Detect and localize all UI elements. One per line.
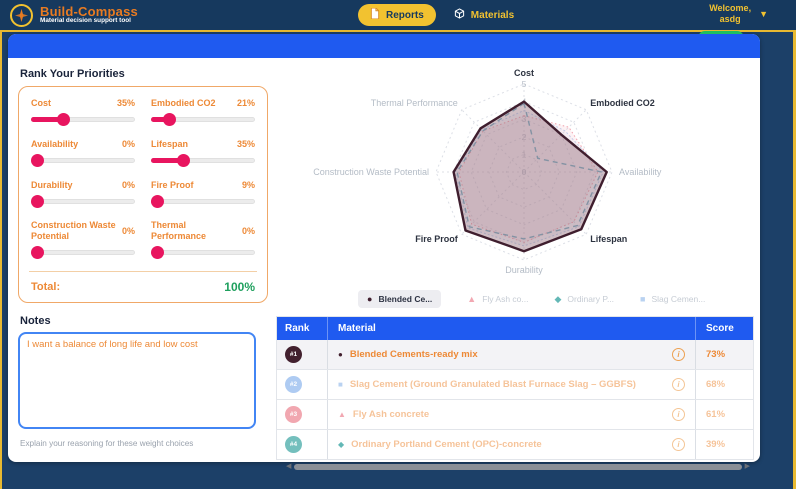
ranking-table: Rank Material Score #1 ● Blended Cements… (276, 316, 754, 460)
fire-proof-slider[interactable] (151, 195, 255, 208)
legend-item-slag[interactable]: ■ Slag Cemen... (640, 294, 705, 304)
table-row[interactable]: #3 ▲ Fly Ash concrete i 61% (277, 399, 753, 429)
priorities-title: Rank Your Priorities (20, 68, 268, 80)
svg-text:5: 5 (522, 79, 527, 89)
legend-item-ordinary-portland[interactable]: ◆ Ordinary P... (555, 294, 615, 304)
slider-lifespan: Lifespan35% (151, 138, 255, 167)
divider (29, 271, 257, 272)
slider-thermal-performance: Thermal Performance0% (151, 220, 255, 259)
svg-text:Cost: Cost (514, 68, 534, 78)
slider-thumb[interactable] (177, 154, 190, 167)
svg-text:Lifespan: Lifespan (590, 234, 627, 244)
slider-thumb[interactable] (57, 113, 70, 126)
scroll-right-icon[interactable]: ▶ (745, 463, 750, 470)
table-header: Rank Material Score (277, 317, 753, 340)
app-header: Build-Compass Material decision support … (0, 0, 796, 30)
score-value: 39% (706, 439, 725, 450)
svg-text:Durability: Durability (505, 265, 543, 275)
square-marker-icon: ■ (640, 295, 645, 304)
chevron-down-icon: ▼ (759, 9, 768, 20)
triangle-marker-icon: ▲ (338, 410, 346, 419)
slider-thumb[interactable] (31, 154, 44, 167)
triangle-marker-icon: ▲ (467, 295, 476, 304)
availability-slider[interactable] (31, 154, 135, 167)
lifespan-slider[interactable] (151, 154, 255, 167)
slider-thumb[interactable] (31, 246, 44, 259)
thermal-performance-slider[interactable] (151, 246, 255, 259)
score-value: 73% (706, 349, 725, 360)
construction-waste-slider[interactable] (31, 246, 135, 259)
radar-chart: 012345CostEmbodied CO2AvailabilityLifesp… (276, 60, 754, 288)
slider-thumb[interactable] (31, 195, 44, 208)
user-menu[interactable]: Welcome,asdg ▼ (709, 3, 768, 26)
svg-text:Embodied CO2: Embodied CO2 (590, 98, 655, 108)
slider-availability: Availability0% (31, 138, 135, 167)
table-row[interactable]: #2 ■ Slag Cement (Ground Granulated Blas… (277, 369, 753, 399)
compass-logo-icon (10, 4, 33, 27)
cost-slider[interactable] (31, 113, 135, 126)
material-name: Slag Cement (Ground Granulated Blast Fur… (350, 379, 665, 390)
chart-legend: ● Blended Ce... ▲ Fly Ash co... ◆ Ordina… (276, 288, 754, 310)
horizontal-scrollbar[interactable]: ◀ ▶ (276, 460, 754, 470)
embodied-co2-slider[interactable] (151, 113, 255, 126)
durability-slider[interactable] (31, 195, 135, 208)
slider-thumb[interactable] (163, 113, 176, 126)
legend-item-fly-ash[interactable]: ▲ Fly Ash co... (467, 294, 528, 304)
materials-nav-item[interactable]: Materials (454, 8, 514, 22)
score-value: 68% (706, 379, 725, 390)
app-title: Build-Compass (40, 5, 138, 19)
info-icon[interactable]: i (672, 438, 685, 451)
notes-hint: Explain your reasoning for these weight … (20, 439, 268, 448)
top-blue-bar (8, 34, 760, 58)
main-nav: Reports Materials (358, 4, 514, 26)
svg-text:Availability: Availability (619, 167, 662, 177)
total-label: Total: (31, 281, 60, 293)
score-value: 61% (706, 409, 725, 420)
info-icon[interactable]: i (672, 378, 685, 391)
circle-marker-icon: ● (338, 350, 343, 359)
scroll-left-icon[interactable]: ◀ (286, 463, 291, 470)
welcome-text: Welcome,asdg (709, 3, 751, 26)
slider-cost: Cost35% (31, 97, 135, 126)
legend-item-blended[interactable]: ● Blended Ce... (358, 290, 441, 308)
rank-badge: #4 (285, 436, 302, 453)
brand: Build-Compass Material decision support … (10, 4, 138, 27)
rank-badge: #3 (285, 406, 302, 423)
material-name: Ordinary Portland Cement (OPC)-concrete (351, 439, 665, 450)
square-marker-icon: ■ (338, 380, 343, 389)
info-icon[interactable]: i (672, 348, 685, 361)
priorities-panel: Cost35% Embodied CO221% Availability0% (18, 86, 268, 303)
cube-icon (454, 8, 465, 22)
rank-badge: #2 (285, 376, 302, 393)
rank-badge: #1 (285, 346, 302, 363)
material-name: Blended Cements-ready mix (350, 349, 665, 360)
page-frame: Rank Your Priorities Cost35% Embodied CO… (0, 30, 796, 489)
slider-construction-waste: Construction Waste Potential0% (31, 220, 135, 259)
scrollbar-thumb[interactable] (294, 464, 741, 470)
app-subtitle: Material decision support tool (40, 18, 138, 25)
content-card: Rank Your Priorities Cost35% Embodied CO… (8, 34, 760, 462)
material-name: Fly Ash concrete (353, 409, 665, 420)
slider-fire-proof: Fire Proof9% (151, 179, 255, 208)
slider-durability: Durability0% (31, 179, 135, 208)
document-icon (370, 8, 380, 22)
info-icon[interactable]: i (672, 408, 685, 421)
slider-thumb[interactable] (151, 246, 164, 259)
slider-thumb[interactable] (151, 195, 164, 208)
table-row[interactable]: #1 ● Blended Cements-ready mix i 73% (277, 340, 753, 369)
notes-title: Notes (20, 315, 268, 327)
diamond-marker-icon: ◆ (338, 440, 344, 449)
svg-text:Fire Proof: Fire Proof (415, 234, 459, 244)
circle-marker-icon: ● (367, 295, 372, 304)
svg-text:Construction Waste Potential: Construction Waste Potential (313, 167, 429, 177)
table-row[interactable]: #4 ◆ Ordinary Portland Cement (OPC)-conc… (277, 429, 753, 459)
reports-button[interactable]: Reports (358, 4, 436, 26)
diamond-marker-icon: ◆ (555, 295, 562, 304)
total-value: 100% (224, 280, 255, 294)
slider-embodied-co2: Embodied CO221% (151, 97, 255, 126)
svg-text:Thermal Performance: Thermal Performance (371, 98, 458, 108)
notes-input[interactable]: I want a balance of long life and low co… (18, 332, 256, 429)
